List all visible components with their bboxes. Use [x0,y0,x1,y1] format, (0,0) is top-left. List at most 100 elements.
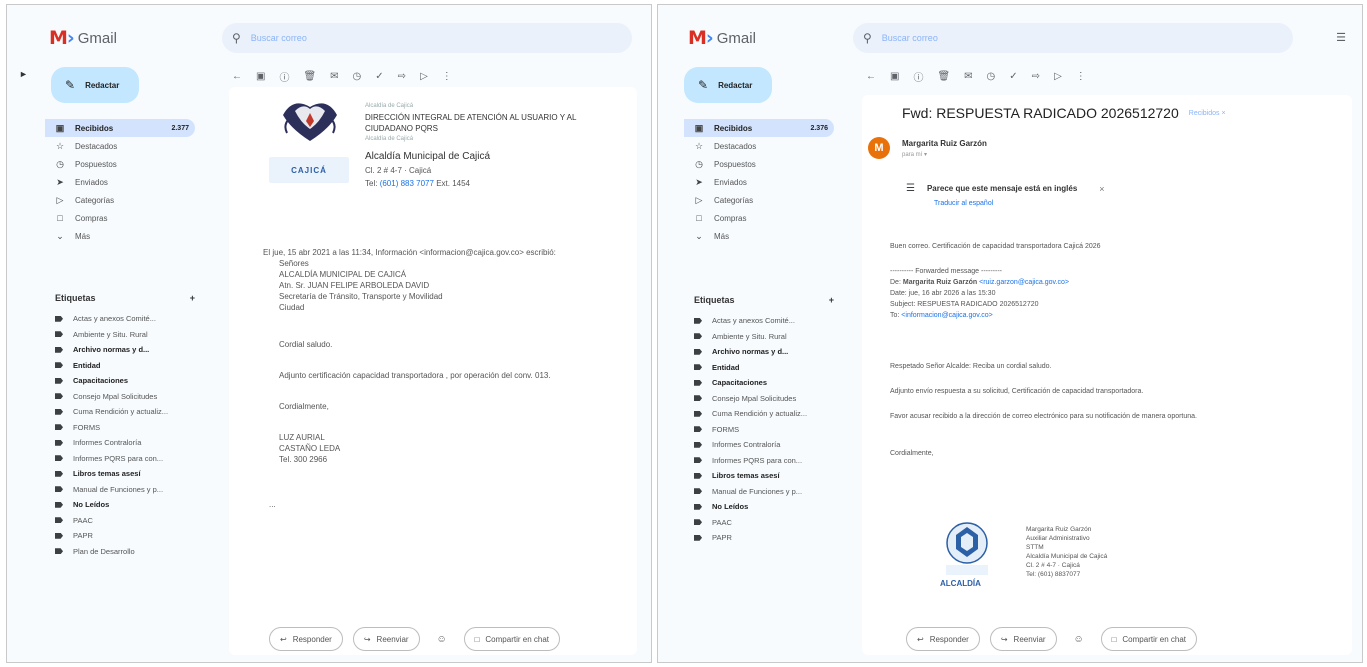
add-task-icon[interactable]: ✓ [1009,71,1017,82]
gmail-logo[interactable]: M› Gmail [49,27,117,49]
settings-sliders-icon[interactable]: ☰ [1336,31,1346,44]
compose-button[interactable]: ✎ Redactar [684,67,772,103]
snooze-icon[interactable]: ◷ [353,71,362,82]
sidebar-label-item[interactable]: PAPR [684,530,834,546]
sidebar-item-more[interactable]: ⌄ Más [684,227,834,245]
reply-button[interactable]: ↩ Responder [269,627,343,651]
sidebar-label-item[interactable]: Consejo Mpal Solicitudes [684,391,834,407]
sidebar-item-starred[interactable]: ☆ Destacados [684,137,834,155]
left-collapse-arrow-icon[interactable]: ► [19,69,28,79]
gmail-logo[interactable]: M› Gmail [688,27,756,49]
share-chat-button[interactable]: □ Compartir en chat [1100,627,1197,651]
search-input[interactable]: Buscar correo [251,33,307,43]
sidebar-item-starred[interactable]: ☆ Destacados [45,137,195,155]
sidebar-label-item[interactable]: Plan de Desarrollo [45,544,195,560]
sidebar-item-more[interactable]: ⌄ Más [45,227,195,245]
sidebar-label-item[interactable]: No Leídos [45,497,195,513]
mark-unread-icon[interactable]: ✉ [964,71,972,82]
reply-button[interactable]: ↩ Responder [906,627,980,651]
sidebar-label-item[interactable]: PAPR [45,528,195,544]
sidebar-label-item[interactable]: PAAC [45,513,195,529]
sender-avatar[interactable]: M [868,137,890,159]
back-icon[interactable]: ← [232,71,242,82]
sidebar-label-item[interactable]: Informes Contraloría [45,435,195,451]
compose-button[interactable]: ✎ Redactar [51,67,139,103]
delete-icon[interactable]: 🗑 [937,71,950,82]
sender-name[interactable]: Margarita Ruiz Garzón [902,139,987,148]
sidebar-label-item[interactable]: Entidad [45,358,195,374]
alcaldia-seal-icon [946,522,988,575]
archive-icon[interactable]: ▣ [256,71,265,82]
sidebar-label-item[interactable]: Ambiente y Situ. Rural [45,327,195,343]
sidebar-label-item[interactable]: Libros temas asesí [684,468,834,484]
tel-link[interactable]: (601) 883 7077 [380,179,434,188]
move-to-icon[interactable]: ⇨ [398,71,406,82]
search-bar[interactable]: ⚲ Buscar correo [222,23,632,53]
sidebar-label-item[interactable]: Libros temas asesí [45,466,195,482]
labels-header: Etiquetas + [694,295,834,305]
forward-button[interactable]: ↪ Reenviar [989,627,1057,651]
search-input[interactable]: Buscar correo [882,33,938,43]
labels-icon[interactable]: ▷ [1054,71,1062,82]
sidebar-label-item[interactable]: FORMS [45,420,195,436]
sidebar-item-categories[interactable]: ▷ Categorías [684,191,834,209]
sidebar-item-sent[interactable]: ➤ Enviados [45,173,195,191]
more-options-icon[interactable]: ⋮ [442,71,452,82]
sidebar-label-item[interactable]: FORMS [684,422,834,438]
sidebar-item-snoozed[interactable]: ◷ Pospuestos [684,155,834,173]
sidebar-item-purchases[interactable]: □ Compras [684,209,834,227]
recipient-details[interactable]: para mí ▾ [902,151,987,158]
add-task-icon[interactable]: ✓ [375,71,383,82]
labels-icon[interactable]: ▷ [420,71,428,82]
trimmed-content-toggle[interactable]: ... [263,499,633,510]
inbox-tag[interactable]: Recibidos × [1189,110,1226,117]
archive-icon[interactable]: ▣ [890,71,899,82]
emoji-react-button[interactable]: ☺ [1067,627,1091,651]
delete-icon[interactable]: 🗑 [303,71,316,82]
sidebar-label-item[interactable]: No Leídos [684,499,834,515]
report-spam-icon[interactable]: ⓘ [279,69,289,84]
forward-button[interactable]: ↪ Reenviar [352,627,420,651]
to-email-link[interactable]: <informacion@cajica.gov.co> [901,312,992,319]
sidebar-label-item[interactable]: Informes PQRS para con... [684,453,834,469]
sidebar-item-inbox[interactable]: ▣ Recibidos 2.377 [45,119,195,137]
sidebar-label-item[interactable]: Manual de Funciones y p... [684,484,834,500]
reply-actions: ↩ Responder ↪ Reenviar ☺ □ Compartir en … [269,627,560,651]
sidebar-label-item[interactable]: Cuma Rendición y actualiz... [684,406,834,422]
sidebar-item-inbox[interactable]: ▣ Recibidos 2.376 [684,119,834,137]
sidebar-label-item[interactable]: PAAC [684,515,834,531]
sidebar-label-item[interactable]: Cuma Rendición y actualiz... [45,404,195,420]
add-label-button[interactable]: + [829,295,834,305]
sidebar-label-item[interactable]: Entidad [684,360,834,376]
translate-link[interactable]: Traducir al español [934,200,1196,207]
emoji-react-button[interactable]: ☺ [430,627,454,651]
sidebar-label-item[interactable]: Actas y anexos Comité... [45,311,195,327]
more-options-icon[interactable]: ⋮ [1076,71,1086,82]
close-icon[interactable]: × [1099,184,1104,194]
share-chat-button[interactable]: □ Compartir en chat [463,627,560,651]
from-email-link[interactable]: <ruiz.garzon@cajica.gov.co> [979,279,1069,286]
sidebar-label-item[interactable]: Actas y anexos Comité... [684,313,834,329]
move-to-icon[interactable]: ⇨ [1032,71,1040,82]
report-spam-icon[interactable]: ⓘ [913,69,923,84]
sidebar-label-item[interactable]: Manual de Funciones y p... [45,482,195,498]
sidebar-label-item[interactable]: Ambiente y Situ. Rural [684,329,834,345]
sidebar-item-snoozed[interactable]: ◷ Pospuestos [45,155,195,173]
sidebar-label-item[interactable]: Informes Contraloría [684,437,834,453]
search-bar[interactable]: ⚲ Buscar correo [853,23,1293,53]
search-icon[interactable]: ⚲ [863,31,872,45]
sidebar-label-item[interactable]: Archivo normas y d... [684,344,834,360]
sidebar-label-item[interactable]: Capacitaciones [45,373,195,389]
snooze-icon[interactable]: ◷ [987,71,996,82]
mark-unread-icon[interactable]: ✉ [330,71,338,82]
sidebar-label-item[interactable]: Consejo Mpal Solicitudes [45,389,195,405]
sidebar-label-item[interactable]: Archivo normas y d... [45,342,195,358]
sidebar-label-item[interactable]: Informes PQRS para con... [45,451,195,467]
add-label-button[interactable]: + [190,293,195,303]
sidebar-label-item[interactable]: Capacitaciones [684,375,834,391]
sidebar-item-sent[interactable]: ➤ Enviados [684,173,834,191]
sidebar-item-purchases[interactable]: □ Compras [45,209,195,227]
search-icon[interactable]: ⚲ [232,31,241,45]
sidebar-item-categories[interactable]: ▷ Categorías [45,191,195,209]
back-icon[interactable]: ← [866,71,876,82]
